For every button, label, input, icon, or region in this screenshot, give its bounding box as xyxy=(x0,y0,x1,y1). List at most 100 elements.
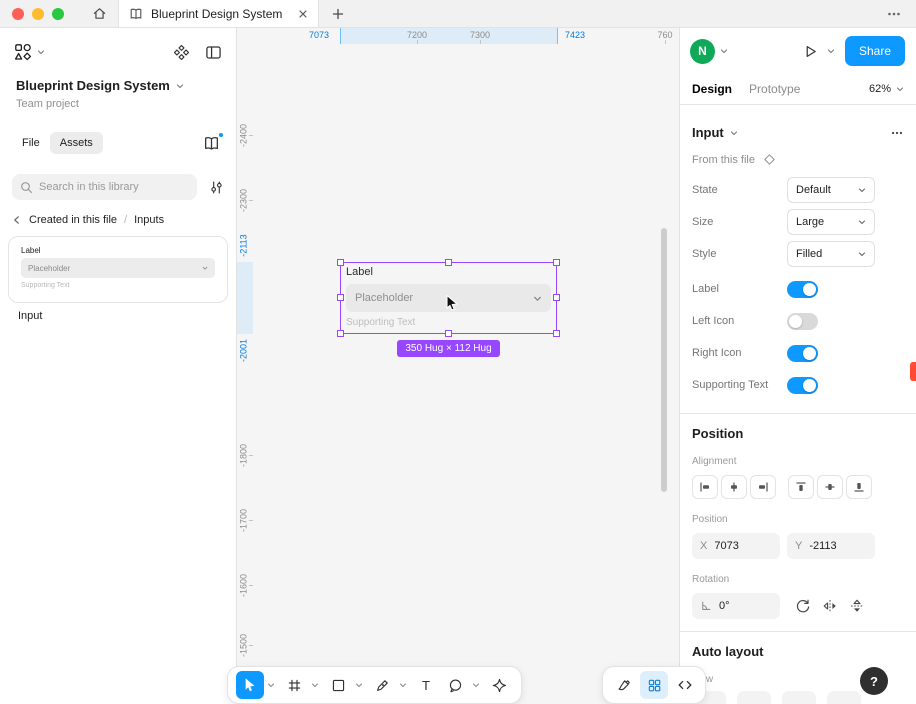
resize-handle[interactable] xyxy=(337,330,344,337)
main-menu-button[interactable] xyxy=(14,43,45,61)
rotation-field[interactable] xyxy=(692,593,780,619)
search-input[interactable] xyxy=(39,181,189,193)
align-vertical-center-button[interactable] xyxy=(817,475,843,499)
component-more-button[interactable] xyxy=(890,126,904,140)
ruler-label: -2001 xyxy=(238,338,248,363)
right-icon-toggle[interactable] xyxy=(787,344,818,362)
help-button[interactable]: ? xyxy=(860,667,888,695)
tab-file[interactable]: File xyxy=(12,132,50,154)
component-section-header[interactable]: Input xyxy=(692,125,738,140)
canvas[interactable]: 7073 7200 7300 7423 760 -2400 -2300 -211… xyxy=(237,28,679,704)
filter-sliders-icon[interactable] xyxy=(209,180,224,195)
actions-sparkle-tool[interactable] xyxy=(485,671,513,699)
comment-tool[interactable] xyxy=(441,671,469,699)
left-sidebar: Blueprint Design System Team project Fil… xyxy=(0,28,237,704)
asset-name: Input xyxy=(18,310,43,322)
y-position-field[interactable]: Y xyxy=(787,533,875,559)
prop-label-state: State xyxy=(692,184,718,196)
angle-icon xyxy=(700,600,712,612)
tab-assets[interactable]: Assets xyxy=(49,132,103,154)
move-tool-chevron[interactable] xyxy=(265,671,276,699)
size-dropdown[interactable]: Large xyxy=(787,209,875,235)
shape-tool[interactable] xyxy=(324,671,352,699)
pen-tool-chevron[interactable] xyxy=(397,671,408,699)
flow-horizontal-button[interactable] xyxy=(737,691,771,704)
book-icon xyxy=(203,135,220,152)
draw-brush-tool[interactable] xyxy=(609,671,637,699)
text-tool[interactable]: T xyxy=(412,671,440,699)
resize-handle[interactable] xyxy=(444,259,452,266)
home-button[interactable] xyxy=(80,0,118,27)
libraries-button[interactable] xyxy=(203,131,224,152)
resize-handle[interactable] xyxy=(553,259,560,266)
avatar[interactable]: N xyxy=(690,38,715,64)
file-name: Blueprint Design System xyxy=(16,78,170,93)
ruler-label: -2300 xyxy=(238,188,248,213)
share-button[interactable]: Share xyxy=(844,36,905,66)
pen-tool[interactable] xyxy=(368,671,396,699)
frame-tool[interactable] xyxy=(280,671,308,699)
position-label: Position xyxy=(692,514,728,525)
resize-handle[interactable] xyxy=(553,294,560,301)
dev-mode-toggle[interactable] xyxy=(640,671,668,699)
resize-handle[interactable] xyxy=(337,259,344,266)
chevron-down-icon[interactable] xyxy=(720,47,728,55)
move-tool[interactable] xyxy=(236,671,264,699)
chevron-down-icon[interactable] xyxy=(827,47,835,55)
library-search[interactable] xyxy=(12,174,197,200)
close-tab-icon[interactable] xyxy=(298,9,308,19)
position-section-header: Position xyxy=(692,426,744,441)
resize-handle[interactable] xyxy=(553,330,560,337)
layout-panels-icon[interactable] xyxy=(205,44,222,61)
minimize-window-button[interactable] xyxy=(32,7,44,20)
tab-design[interactable]: Design xyxy=(692,82,732,96)
component-diamond-icon[interactable] xyxy=(763,153,776,166)
flip-horizontal-button[interactable] xyxy=(822,598,838,614)
zoom-window-button[interactable] xyxy=(52,7,64,20)
chevron-left-icon[interactable] xyxy=(12,215,22,225)
align-right-button[interactable] xyxy=(750,475,776,499)
close-window-button[interactable] xyxy=(12,7,24,20)
supporting-text-toggle[interactable] xyxy=(787,376,818,394)
style-value: Filled xyxy=(796,248,823,260)
zoom-level: 62% xyxy=(868,83,891,95)
rotate-90-button[interactable] xyxy=(795,598,811,614)
tab-prototype[interactable]: Prototype xyxy=(749,82,800,96)
flow-wrap-button[interactable] xyxy=(782,691,816,704)
x-position-field[interactable]: X xyxy=(692,533,780,559)
present-button[interactable] xyxy=(803,44,818,59)
align-horizontal-center-button[interactable] xyxy=(721,475,747,499)
y-position-input[interactable] xyxy=(809,540,867,552)
file-tab[interactable]: Blueprint Design System xyxy=(118,0,319,27)
new-tab-button[interactable] xyxy=(319,0,357,27)
x-position-input[interactable] xyxy=(714,540,772,552)
code-icon[interactable] xyxy=(671,671,699,699)
zoom-control[interactable]: 62% xyxy=(869,83,904,95)
left-icon-toggle[interactable] xyxy=(787,312,818,330)
component-library-icon[interactable] xyxy=(173,44,190,61)
state-dropdown[interactable]: Default xyxy=(787,177,875,203)
rotation-input[interactable] xyxy=(719,600,772,612)
align-bottom-button[interactable] xyxy=(846,475,872,499)
asset-card-input[interactable]: Label Placeholder Supporting Text xyxy=(8,236,228,303)
align-left-button[interactable] xyxy=(692,475,718,499)
vertical-ruler: -2400 -2300 -2113 -2001 -1800 -1700 -160… xyxy=(237,28,253,704)
shape-tool-chevron[interactable] xyxy=(353,671,364,699)
label-toggle[interactable] xyxy=(787,280,818,298)
x-prefix: X xyxy=(700,540,708,552)
canvas-scrollbar[interactable] xyxy=(661,228,667,492)
preview-label: Label xyxy=(21,246,41,255)
flow-grid-button[interactable] xyxy=(827,691,861,704)
align-top-button[interactable] xyxy=(788,475,814,499)
breadcrumb-parent[interactable]: Created in this file xyxy=(29,214,117,226)
style-dropdown[interactable]: Filled xyxy=(787,241,875,267)
scroll-edge-marker xyxy=(910,362,916,381)
resize-handle[interactable] xyxy=(337,294,344,301)
frame-tool-chevron[interactable] xyxy=(309,671,320,699)
size-value: Large xyxy=(796,216,825,228)
file-name-button[interactable]: Blueprint Design System xyxy=(16,78,220,93)
flip-vertical-button[interactable] xyxy=(849,598,865,614)
resize-handle[interactable] xyxy=(444,330,452,337)
comment-tool-chevron[interactable] xyxy=(470,671,481,699)
window-more-button[interactable] xyxy=(872,0,916,27)
